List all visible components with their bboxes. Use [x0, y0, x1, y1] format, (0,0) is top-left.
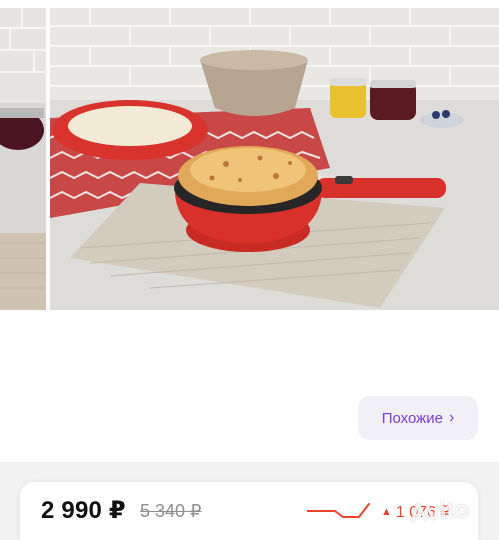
price-trend-line: [307, 503, 370, 518]
price-change[interactable]: ▲ 1 076 ₽: [381, 502, 451, 522]
previous-photo[interactable]: [0, 8, 46, 310]
triangle-up-icon: ▲: [381, 506, 392, 518]
image-gallery[interactable]: [0, 0, 499, 310]
current-price: 2 990 ₽: [41, 497, 126, 524]
price-change-value: 1 076 ₽: [395, 504, 451, 521]
price-card[interactable]: 2 990 ₽ 5 340 ₽ ▲ 1 076 ₽: [20, 482, 478, 540]
old-price: 5 340 ₽: [140, 501, 202, 521]
chevron-right-icon: ›: [448, 409, 455, 426]
main-product-photo[interactable]: [50, 8, 499, 310]
similar-button-label: Похожие: [381, 409, 443, 427]
price-trend-graph[interactable]: [307, 502, 373, 522]
similar-button[interactable]: Похожие ›: [358, 396, 478, 440]
